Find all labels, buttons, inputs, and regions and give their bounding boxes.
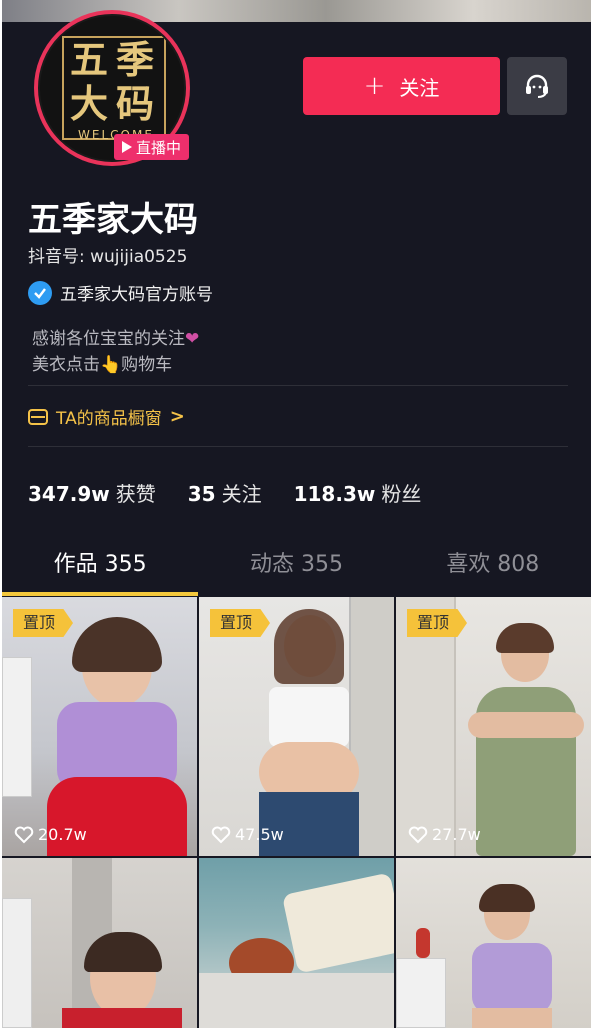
belly [472,1008,552,1028]
profile-name: 五季家大码 [28,200,198,240]
stats-row: 347.9w 获赞 35 关注 118.3w 粉丝 [28,478,421,507]
flower [416,928,430,958]
like-count-value: 47.5w [235,825,284,844]
tab-dynamic[interactable]: 动态 355 [198,540,394,596]
crossed-arms [468,712,584,738]
cabinet [2,898,32,1028]
video-thumbnail[interactable]: 置顶 27.7w [396,597,591,856]
stat-value: 118.3w [293,482,376,506]
bio-line-2a: 美衣点击 [32,355,100,375]
like-count-value: 27.7w [432,825,481,844]
stat-followers[interactable]: 118.3w 粉丝 [294,478,422,507]
video-thumbnail[interactable] [2,858,197,1028]
verified-row: 五季家大码官方账号 [28,280,213,305]
verified-check-icon [28,280,52,305]
heart-outline-icon [408,826,428,843]
jeans [259,792,359,856]
heart-outline-icon [211,826,231,843]
purple-top [472,943,552,1013]
logo-char: 大 [70,81,109,126]
video-grid: 置顶 20.7w 置顶 47.5w 置顶 27.7w [2,597,591,1028]
hair [274,609,344,684]
hair [479,884,535,912]
message-button[interactable] [507,57,567,115]
pinned-badge: 置顶 [407,609,468,637]
pointing-hand-icon: 👆 [100,355,122,375]
pinned-badge: 置顶 [13,609,74,637]
pillow [281,872,394,974]
bio-line-2b: 购物车 [121,355,173,375]
heart-icon: ❤ [185,329,200,349]
play-icon [122,141,132,153]
stat-value: 347.9w [28,482,110,506]
profile-screen: 五 季 大 码 WELCOME 直播中 + 关注 五季家大码 抖音号: wuji… [2,0,591,1028]
stat-likes[interactable]: 347.9w 获赞 [28,478,156,507]
red-skirt [47,777,187,856]
video-thumbnail[interactable]: 置顶 47.5w [199,597,394,856]
video-thumbnail[interactable] [199,858,394,1028]
video-thumbnail[interactable]: 置顶 20.7w [2,597,197,856]
divider [28,446,568,447]
hair [496,623,554,653]
stat-label: 关注 [221,482,262,506]
tab-works[interactable]: 作品 355 [2,540,199,596]
stat-label: 获赞 [115,482,156,506]
chevron-right-icon: > [169,406,185,427]
plus-icon: + [363,71,386,101]
stat-value: 35 [187,482,216,506]
live-badge[interactable]: 直播中 [114,134,190,160]
white-top [269,687,349,747]
bio: 感谢各位宝宝的关注❤ 美衣点击👆购物车 [32,326,199,378]
video-thumbnail[interactable] [396,858,591,1028]
like-count-value: 20.7w [38,825,87,844]
red-top [62,1008,182,1028]
live-badge-label: 直播中 [136,138,182,157]
follow-button-label: 关注 [399,75,440,100]
bio-line-1: 感谢各位宝宝的关注 [32,329,185,349]
tab-likes[interactable]: 喜欢 808 [395,540,591,596]
verified-label: 五季家大码官方账号 [60,285,213,305]
like-count: 20.7w [14,825,87,844]
cabinet [396,958,446,1028]
douyin-id[interactable]: 抖音号: wujijia0525 [28,242,187,267]
shop-window-link[interactable]: TA的商品橱窗 > [28,404,185,429]
logo-char: 五 [70,37,109,82]
logo-char: 季 [116,37,155,82]
blanket [199,973,394,1028]
like-count: 27.7w [408,825,481,844]
headset-icon [526,74,548,98]
logo-char: 码 [116,81,155,126]
pinned-badge: 置顶 [210,609,271,637]
profile-tabs: 作品 355 动态 355 喜欢 808 [2,540,591,596]
hair [72,617,162,672]
like-count: 47.5w [211,825,284,844]
heart-outline-icon [14,826,34,843]
stat-following[interactable]: 35 关注 [188,478,262,507]
divider [28,385,568,386]
shop-window-label: TA的商品橱窗 [56,409,162,429]
shop-window-icon [28,408,48,425]
stat-label: 粉丝 [381,482,422,506]
follow-button[interactable]: + 关注 [303,57,500,115]
cabinet [2,657,32,797]
